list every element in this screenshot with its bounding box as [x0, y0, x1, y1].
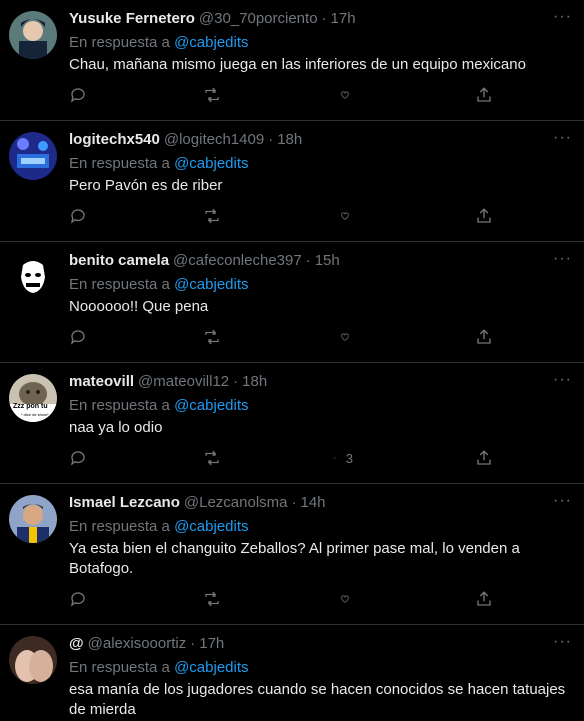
retweet-icon[interactable]	[203, 206, 223, 226]
timestamp[interactable]: 15h	[315, 252, 340, 269]
separator: ·	[268, 131, 274, 148]
share-icon[interactable]	[475, 589, 495, 609]
tweet-text: Noooooo!! Que pena	[69, 298, 209, 315]
mention-link[interactable]: @cabjedits	[174, 276, 248, 293]
more-options-icon[interactable]: ···	[553, 250, 572, 268]
tweet-text: Ya esta bien el changuito Zeballos? Al p…	[69, 540, 520, 577]
author-handle[interactable]: @30_70porciento	[199, 10, 318, 27]
reply-context: En respuesta a @cabjedits	[69, 274, 572, 296]
share-icon[interactable]	[475, 206, 495, 226]
more-options-icon[interactable]: ···	[553, 492, 572, 510]
separator: ·	[233, 373, 239, 390]
more-options-icon[interactable]: ···	[553, 8, 572, 26]
avatar[interactable]	[9, 132, 57, 180]
reply-context: En respuesta a @cabjedits	[69, 395, 572, 417]
action-bar	[69, 317, 572, 359]
mention-link[interactable]: @cabjedits	[174, 518, 248, 535]
retweet-icon[interactable]	[203, 448, 223, 468]
more-options-icon[interactable]: ···	[553, 129, 572, 147]
retweet-icon[interactable]	[203, 327, 223, 347]
like-icon[interactable]	[340, 327, 360, 347]
like-count: 3	[345, 450, 353, 466]
tweet-text: Chau, mañana mismo juega en las inferior…	[69, 56, 526, 73]
reply-icon[interactable]	[69, 206, 89, 226]
like-icon[interactable]	[340, 589, 360, 609]
reply-icon[interactable]	[69, 589, 89, 609]
separator: ·	[321, 10, 327, 27]
author-name[interactable]: Yusuke Fernetero	[69, 10, 195, 27]
avatar[interactable]: Zzz pon tu * dice de show*	[9, 374, 57, 422]
mention-link[interactable]: @cabjedits	[174, 659, 248, 676]
author-handle[interactable]: @Lezcanolsma	[184, 494, 288, 511]
reply-context: En respuesta a @cabjedits	[69, 32, 572, 54]
author-handle[interactable]: @mateovill12	[138, 373, 229, 390]
avatar[interactable]	[9, 495, 57, 543]
action-bar: 3	[69, 438, 572, 480]
like-icon[interactable]	[340, 206, 360, 226]
retweet-icon[interactable]	[203, 85, 223, 105]
author-name[interactable]: logitechx540	[69, 131, 160, 148]
avatar[interactable]	[9, 11, 57, 59]
author-name[interactable]: @	[69, 635, 84, 652]
avatar-subcaption: * dice de show*	[21, 412, 49, 417]
author-handle[interactable]: @logitech1409	[164, 131, 264, 148]
mention-link[interactable]: @cabjedits	[174, 34, 248, 51]
retweet-icon[interactable]	[203, 589, 223, 609]
share-icon[interactable]	[475, 327, 495, 347]
like-icon[interactable]: 3	[333, 448, 353, 468]
reply-prefix: En respuesta a	[69, 155, 170, 172]
avatar[interactable]	[9, 636, 57, 684]
author-name[interactable]: Ismael Lezcano	[69, 494, 180, 511]
timestamp[interactable]: 18h	[242, 373, 267, 390]
tweet[interactable]: Ismael Lezcano @Lezcanolsma · 14h ··· En re…	[0, 484, 584, 625]
author-handle[interactable]: @cafeconleche397	[173, 252, 302, 269]
separator: ·	[305, 252, 311, 269]
author-name[interactable]: benito camela	[69, 252, 169, 269]
timestamp[interactable]: 14h	[301, 494, 326, 511]
reply-icon[interactable]	[69, 327, 89, 347]
tweet[interactable]: logitechx540 @logitech1409 · 18h ··· En res…	[0, 121, 584, 242]
tweet[interactable]: @ @alexisooortiz · 17h ··· En respuesta a @…	[0, 625, 584, 721]
reply-icon[interactable]	[69, 85, 89, 105]
reply-context: En respuesta a @cabjedits	[69, 153, 572, 175]
timestamp[interactable]: 18h	[277, 131, 302, 148]
action-bar	[69, 579, 572, 621]
reply-context: En respuesta a @cabjedits	[69, 657, 572, 679]
reply-prefix: En respuesta a	[69, 34, 170, 51]
reply-prefix: En respuesta a	[69, 276, 170, 293]
tweet[interactable]: Yusuke Fernetero @30_70porciento · 17h ··· …	[0, 0, 584, 121]
tweet-text: esa manía de los jugadores cuando se hac…	[69, 681, 566, 718]
share-icon[interactable]	[475, 85, 495, 105]
action-bar	[69, 196, 572, 238]
reply-prefix: En respuesta a	[69, 518, 170, 535]
timestamp[interactable]: 17h	[331, 10, 356, 27]
timestamp[interactable]: 17h	[199, 635, 224, 652]
separator: ·	[190, 635, 196, 652]
avatar[interactable]	[9, 253, 57, 301]
tweet-text: Pero Pavón es de riber	[69, 177, 223, 194]
more-options-icon[interactable]: ···	[553, 633, 572, 651]
like-icon[interactable]	[340, 85, 360, 105]
reply-context: En respuesta a @cabjedits	[69, 516, 572, 538]
reply-prefix: En respuesta a	[69, 659, 170, 676]
tweet[interactable]: benito camela @cafeconleche397 · 15h ··· En…	[0, 242, 584, 363]
more-options-icon[interactable]: ···	[553, 371, 572, 389]
author-handle[interactable]: @alexisooortiz	[88, 635, 187, 652]
action-bar	[69, 75, 572, 117]
avatar-caption: Zzz pon tu	[13, 403, 48, 410]
share-icon[interactable]	[475, 448, 495, 468]
reply-icon[interactable]	[69, 448, 89, 468]
mention-link[interactable]: @cabjedits	[174, 155, 248, 172]
tweet-text: naa ya lo odio	[69, 419, 163, 436]
separator: ·	[291, 494, 297, 511]
author-name[interactable]: mateovill	[69, 373, 134, 390]
reply-prefix: En respuesta a	[69, 397, 170, 414]
tweet[interactable]: Zzz pon tu * dice de show* mateovill @mat…	[0, 363, 584, 484]
mention-link[interactable]: @cabjedits	[174, 397, 248, 414]
